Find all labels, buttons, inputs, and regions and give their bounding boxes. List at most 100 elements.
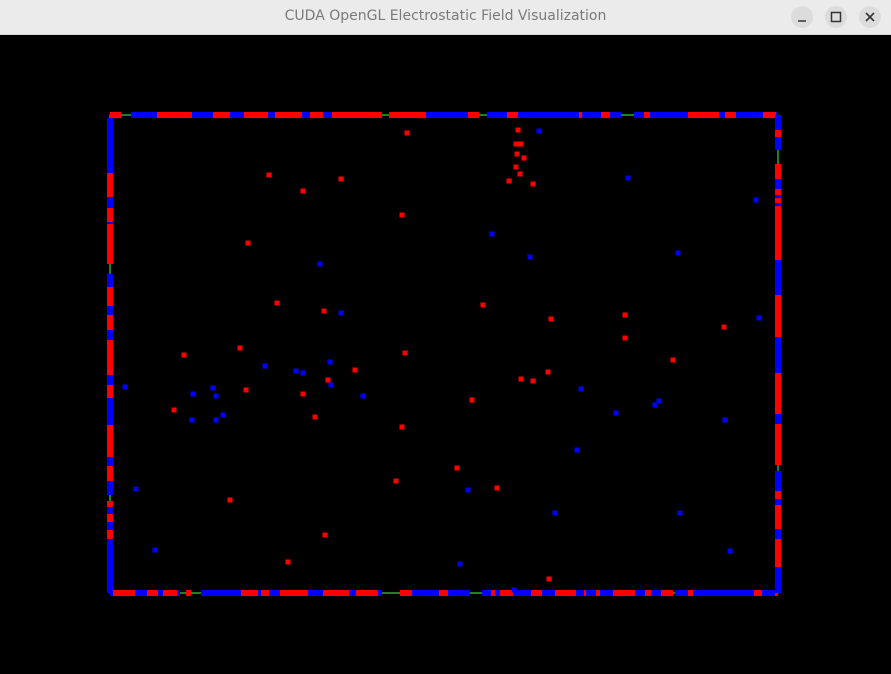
top-edge-segment [426, 112, 439, 118]
left-edge-segment [107, 131, 113, 146]
top-edge-segment [275, 112, 290, 118]
top-edge-segment [487, 112, 491, 118]
left-edge-segment [107, 308, 113, 315]
positive-charge [399, 212, 405, 218]
bottom-edge-segment [743, 590, 754, 596]
minimize-button[interactable] [791, 6, 813, 28]
left-edge-segment [107, 173, 113, 184]
top-edge-segment [725, 112, 731, 118]
top-edge-segment [213, 112, 225, 118]
bottom-edge-segment [212, 590, 218, 596]
left-edge-segment [107, 351, 113, 356]
right-edge-segment [775, 400, 781, 407]
positive-charge [300, 391, 306, 397]
bottom-edge-segment [531, 590, 542, 596]
left-edge-segment [107, 501, 113, 507]
positive-charge [312, 414, 318, 420]
bottom-edge-segment [675, 590, 688, 596]
positive-charge [546, 576, 552, 582]
top-edge-segment [739, 112, 754, 118]
negative-charge [574, 447, 580, 453]
positive-charge [285, 559, 291, 565]
left-edge-segment [107, 481, 113, 495]
close-icon [865, 12, 875, 22]
top-edge-segment [210, 112, 213, 118]
bottom-edge-segment [246, 590, 258, 596]
right-edge-segment [775, 189, 781, 195]
title-bar[interactable]: CUDA OpenGL Electrostatic Field Visualiz… [0, 0, 891, 35]
bottom-edge-segment [333, 590, 347, 596]
maximize-icon [830, 11, 842, 23]
bottom-edge-segment [542, 590, 555, 596]
negative-charge [293, 368, 299, 374]
right-edge-segment [775, 554, 781, 567]
bottom-edge-segment [586, 590, 596, 596]
bottom-edge-segment [201, 590, 206, 596]
positive-charge [670, 357, 676, 363]
left-edge-segment [107, 443, 113, 457]
top-edge-segment [582, 112, 590, 118]
negative-charge [133, 486, 139, 492]
bottom-edge-segment [323, 590, 333, 596]
negative-charge [328, 382, 334, 388]
left-edge-segment [107, 242, 113, 250]
left-edge-segment [107, 457, 113, 466]
bottom-edge-segment [429, 590, 439, 596]
bottom-edge-segment [163, 590, 177, 596]
positive-charge [274, 300, 280, 306]
positive-charge [171, 407, 177, 413]
negative-charge [317, 261, 323, 267]
bottom-edge-segment [261, 590, 269, 596]
opengl-canvas[interactable] [0, 36, 891, 674]
positive-charge [402, 350, 408, 356]
left-edge-segment [107, 571, 113, 577]
bottom-edge-segment [269, 590, 280, 596]
left-edge-segment [107, 522, 113, 530]
bottom-edge-segment [734, 590, 743, 596]
left-edge-segment [107, 427, 113, 433]
bottom-edge-segment [423, 590, 429, 596]
left-edge-segment [107, 294, 113, 306]
right-edge-segment [775, 130, 781, 137]
negative-charge [722, 417, 728, 423]
negative-charge [213, 417, 219, 423]
bottom-edge-segment [378, 590, 382, 596]
positive-charge [393, 478, 399, 484]
top-edge-segment [666, 112, 677, 118]
negative-charge [613, 410, 619, 416]
left-edge-segment [107, 539, 113, 548]
maximize-button[interactable] [825, 6, 847, 28]
right-edge-segment [775, 499, 781, 505]
bottom-edge-segment [704, 590, 711, 596]
top-edge-segment [576, 112, 579, 118]
bottom-edge-segment [613, 590, 622, 596]
right-edge-segment [775, 491, 781, 499]
top-edge-segment [110, 112, 121, 118]
left-edge-segment [107, 590, 113, 593]
bottom-edge-segment [519, 590, 531, 596]
positive-charge [338, 176, 344, 182]
left-edge-segment [107, 340, 113, 351]
window-title: CUDA OpenGL Electrostatic Field Visualiz… [284, 8, 607, 24]
top-edge-segment [634, 112, 644, 118]
left-edge-segment [107, 274, 113, 287]
top-edge-segment [531, 112, 536, 118]
top-edge-segment [268, 112, 275, 118]
positive-charge [545, 369, 551, 375]
left-edge-segment [107, 375, 113, 383]
right-edge-segment [775, 352, 781, 365]
top-edge-segment [290, 112, 302, 118]
right-edge-segment [775, 571, 781, 584]
bottom-edge-segment [661, 590, 673, 596]
negative-charge [552, 510, 558, 516]
close-button[interactable] [859, 6, 881, 28]
top-edge-segment [505, 112, 507, 118]
right-edge-segment [775, 463, 781, 465]
top-edge-segment [644, 112, 650, 118]
right-edge-segment [775, 383, 781, 398]
negative-charge [220, 412, 226, 418]
left-edge-segment [107, 359, 113, 362]
bottom-edge-segment [576, 590, 584, 596]
top-edge-segment [264, 112, 268, 118]
bottom-edge-segment [135, 590, 147, 596]
